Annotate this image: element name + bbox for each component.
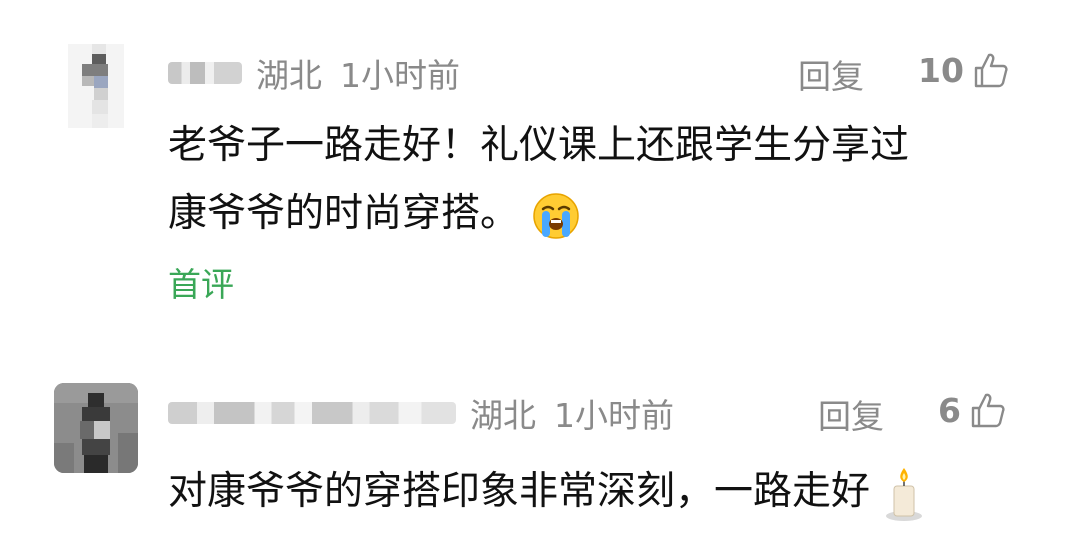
like-button[interactable]: 10 bbox=[918, 50, 1010, 90]
like-button[interactable]: 6 bbox=[938, 390, 1007, 430]
location-label: 湖北 bbox=[256, 56, 322, 95]
comment-text-line: 老爷子一路走好！礼仪课上还跟学生分享过 bbox=[168, 123, 910, 168]
comment-text-line: 康爷爷的时尚穿搭。 bbox=[168, 180, 909, 248]
loudly-crying-face-icon bbox=[533, 192, 580, 239]
comment-text: 老爷子一路走好！礼仪课上还跟学生分享过 康爷爷的时尚穿搭。 bbox=[168, 112, 909, 248]
thumbs-up-icon bbox=[974, 53, 1008, 88]
comment-meta: 湖北 1小时前 bbox=[168, 388, 674, 438]
username-blurred[interactable] bbox=[168, 62, 242, 84]
first-comment-badge: 首评 bbox=[168, 265, 234, 304]
like-count: 6 bbox=[938, 390, 961, 430]
timestamp: 1小时前 bbox=[340, 56, 460, 95]
avatar[interactable] bbox=[54, 383, 138, 473]
location-label: 湖北 bbox=[470, 396, 536, 435]
comment-text: 对康爷爷的穿搭印象非常深刻，一路走好 bbox=[168, 458, 926, 526]
comment-meta: 湖北 1小时前 bbox=[168, 48, 460, 98]
comment-text-line: 对康爷爷的穿搭印象非常深刻，一路走好 bbox=[168, 469, 871, 514]
comment-item: 湖北 1小时前 回复 6 对康爷爷的穿搭印象非常深刻，一路走好 bbox=[0, 330, 1080, 546]
reply-button[interactable]: 回复 bbox=[818, 390, 884, 438]
username-blurred[interactable] bbox=[168, 402, 456, 424]
candle-icon bbox=[886, 467, 923, 521]
like-count: 10 bbox=[918, 50, 964, 90]
thumbs-up-icon bbox=[971, 393, 1005, 428]
reply-button[interactable]: 回复 bbox=[798, 50, 864, 98]
comment-item: 湖北 1小时前 回复 10 老爷子一路走好！礼仪课上还跟学生分享过 康爷爷的时尚… bbox=[0, 0, 1080, 330]
avatar[interactable] bbox=[68, 44, 124, 128]
timestamp: 1小时前 bbox=[554, 396, 674, 435]
